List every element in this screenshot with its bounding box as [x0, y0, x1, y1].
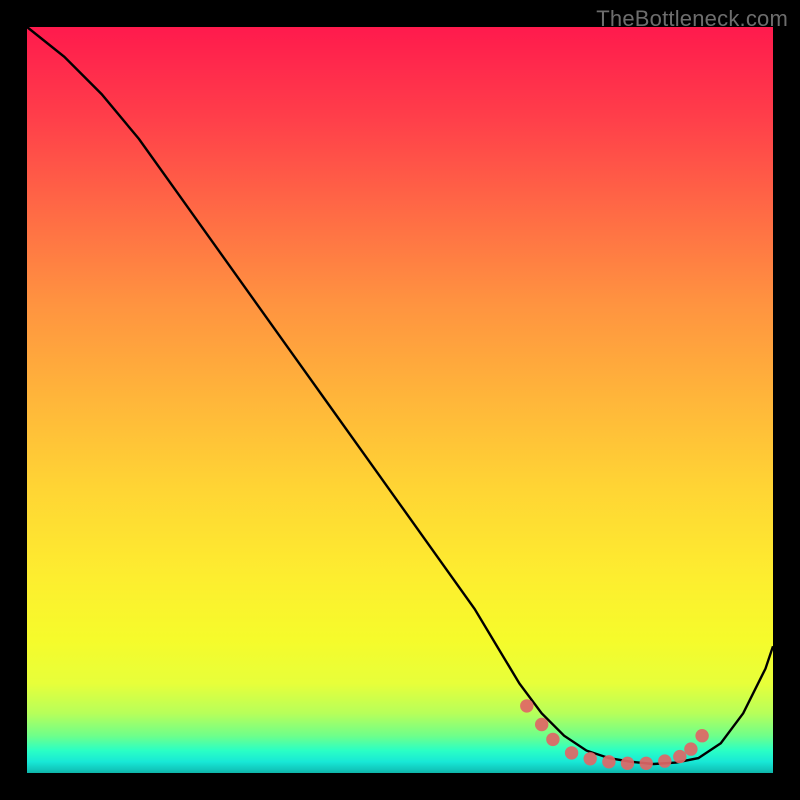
optimal-marker	[673, 750, 686, 763]
optimal-zone-markers	[520, 699, 709, 770]
optimal-marker	[602, 755, 615, 768]
optimal-marker	[535, 718, 548, 731]
optimal-marker	[621, 757, 634, 770]
optimal-marker	[695, 729, 708, 742]
bottleneck-curve	[27, 27, 773, 764]
optimal-marker	[520, 699, 533, 712]
chart-svg	[27, 27, 773, 773]
watermark-text: TheBottleneck.com	[596, 6, 788, 32]
optimal-marker	[658, 754, 671, 767]
plot-area	[27, 27, 773, 773]
optimal-marker	[684, 742, 697, 755]
optimal-marker	[546, 733, 559, 746]
chart-frame: TheBottleneck.com	[0, 0, 800, 800]
optimal-marker	[640, 757, 653, 770]
optimal-marker	[565, 746, 578, 759]
optimal-marker	[584, 752, 597, 765]
